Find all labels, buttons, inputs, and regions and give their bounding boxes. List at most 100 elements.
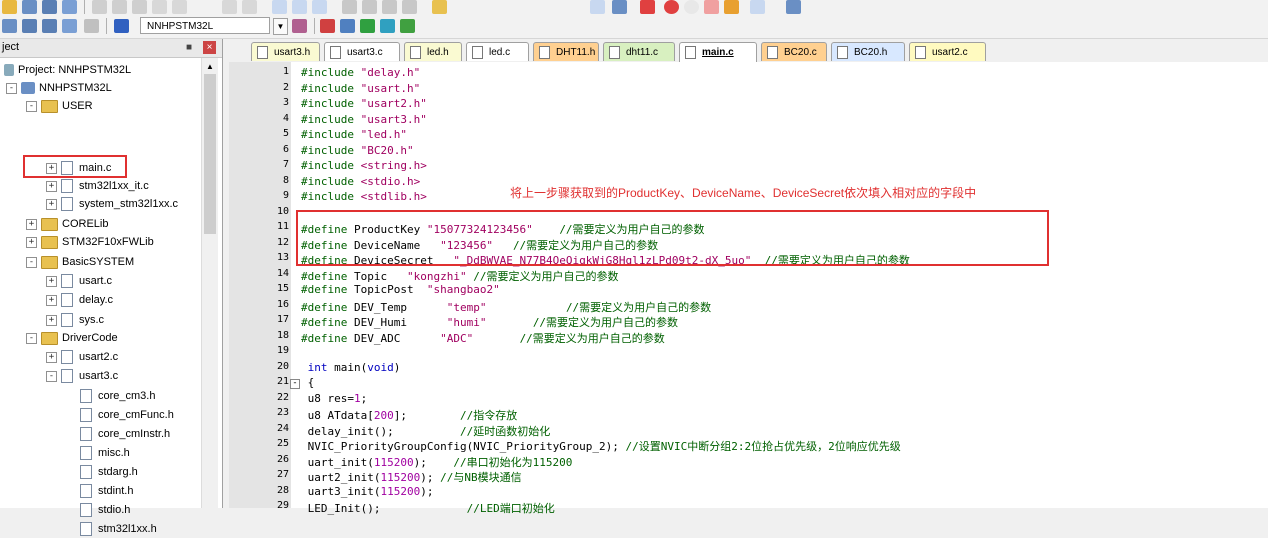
scroll-up-icon[interactable]: ▲	[202, 62, 218, 71]
expand-icon[interactable]: +	[46, 275, 57, 287]
stop-build-icon[interactable]	[84, 19, 99, 33]
code-line[interactable]: delay_init(); //延时函数初始化	[301, 423, 551, 439]
tree-header[interactable]: stm32l1xx.h	[80, 520, 157, 538]
expand-icon[interactable]: +	[26, 218, 37, 230]
close-icon[interactable]: ×	[203, 41, 216, 54]
tree-folder-basicsystem[interactable]: - BasicSYSTEM	[26, 253, 134, 271]
tree-target[interactable]: - NNHPSTM32L	[6, 79, 112, 97]
collapse-icon[interactable]: -	[26, 100, 37, 112]
tab-usart2-c[interactable]: usart2.c	[909, 42, 986, 61]
code-line[interactable]: #include <stdlib.h>	[301, 190, 427, 203]
settings-icon[interactable]	[724, 0, 739, 14]
code-line[interactable]: #define Topic "kongzhi" //需要定义为用户自己的参数	[301, 268, 618, 284]
tree-folder-drivercode[interactable]: - DriverCode	[26, 329, 118, 347]
expand-icon[interactable]: +	[46, 294, 57, 306]
tree-project-root[interactable]: Project: NNHPSTM32L	[4, 61, 131, 79]
unindent-icon[interactable]	[362, 0, 377, 14]
code-line[interactable]: #include <string.h>	[301, 159, 427, 172]
tab-usart3-h[interactable]: usart3.h	[251, 42, 320, 61]
tree-header[interactable]: stdint.h	[80, 482, 133, 500]
pin-icon[interactable]: ■	[186, 42, 192, 53]
bookmark-prev-icon[interactable]	[292, 0, 307, 14]
collapse-icon[interactable]: -	[46, 370, 57, 382]
tab-bc20-c[interactable]: BC20.c	[761, 42, 827, 61]
tree-folder-fwlib[interactable]: + STM32F10xFWLib	[26, 233, 154, 251]
tab-dht11-c[interactable]: dht11.c	[603, 42, 675, 61]
code-line[interactable]: #include "led.h"	[301, 128, 407, 141]
tree-folder-user[interactable]: - USER	[26, 97, 93, 115]
tab-led-h[interactable]: led.h	[404, 42, 462, 61]
expand-icon[interactable]: +	[26, 236, 37, 248]
comment-icon[interactable]	[382, 0, 397, 14]
batch-build-icon[interactable]	[62, 19, 77, 33]
code-line[interactable]: {	[301, 376, 315, 389]
file-extensions-icon[interactable]	[340, 19, 355, 33]
select-pack-icon[interactable]	[400, 19, 415, 33]
code-line[interactable]: #define DEV_Temp "temp" //需要定义为用户自己的参数	[301, 299, 711, 315]
cut-icon[interactable]	[92, 0, 107, 14]
fold-collapse-icon[interactable]: -	[290, 379, 300, 389]
code-line[interactable]: #include "usart3.h"	[301, 113, 427, 126]
tree-header[interactable]: core_cm3.h	[80, 387, 155, 405]
code-line[interactable]: #define DEV_Humi "humi" //需要定义为用户自己的参数	[301, 314, 678, 330]
tree-file[interactable]: - usart3.c	[46, 367, 118, 385]
code-line[interactable]: u8 ATdata[200]; //指令存放	[301, 407, 518, 423]
download-icon[interactable]	[114, 19, 129, 33]
code-line[interactable]: #include "usart2.h"	[301, 97, 427, 110]
window-layout-icon[interactable]	[750, 0, 765, 14]
chevron-down-icon[interactable]: ▼	[273, 18, 288, 35]
rebuild-icon[interactable]	[42, 19, 57, 33]
code-line[interactable]: #include "delay.h"	[301, 66, 420, 79]
scroll-thumb[interactable]	[204, 74, 216, 234]
target-options-icon[interactable]	[612, 0, 627, 14]
code-line[interactable]: u8 res=1;	[301, 392, 368, 405]
code-line[interactable]: uart_init(115200); //串口初始化为115200	[301, 454, 573, 470]
tab-dht11-h[interactable]: DHT11.h	[533, 42, 599, 61]
project-scrollbar[interactable]: ▲	[201, 58, 218, 508]
runtime-env-icon[interactable]	[360, 19, 375, 33]
uncomment-icon[interactable]	[402, 0, 417, 14]
tree-header[interactable]: core_cmInstr.h	[80, 425, 170, 443]
code-line[interactable]: uart3_init(115200);	[301, 485, 434, 498]
code-line[interactable]: #define TopicPost "shangbao2"	[301, 283, 500, 296]
tree-file[interactable]: + usart2.c	[46, 348, 118, 366]
wrench-icon[interactable]	[786, 0, 801, 14]
redo-icon[interactable]	[172, 0, 187, 14]
bookmark-next-icon[interactable]	[312, 0, 327, 14]
kill-breakpoints-icon[interactable]	[704, 0, 719, 14]
manage-components-icon[interactable]	[320, 19, 335, 33]
collapse-icon[interactable]: -	[26, 332, 37, 344]
expand-icon[interactable]: +	[46, 198, 57, 210]
collapse-icon[interactable]: -	[6, 82, 17, 94]
pack-installer-icon[interactable]	[380, 19, 395, 33]
tree-file[interactable]: + stm32l1xx_it.c	[46, 177, 149, 195]
new-file-icon[interactable]	[2, 0, 17, 14]
tree-header[interactable]: stdarg.h	[80, 463, 138, 481]
tab-usart3-c[interactable]: usart3.c	[324, 42, 400, 61]
code-line[interactable]: #define DEV_ADC "ADC" //需要定义为用户自己的参数	[301, 330, 665, 346]
tree-file[interactable]: + sys.c	[46, 311, 104, 329]
tree-folder-corelib[interactable]: + CORELib	[26, 215, 108, 233]
nav-back-icon[interactable]	[222, 0, 237, 14]
target-options-wand-icon[interactable]	[292, 19, 307, 33]
tab-led-c[interactable]: led.c	[466, 42, 529, 61]
target-select[interactable]: NNHPSTM32L	[140, 17, 270, 34]
code-line[interactable]: uart2_init(115200); //与NB模块通信	[301, 469, 522, 485]
paste-icon[interactable]	[132, 0, 147, 14]
code-line[interactable]: NVIC_PriorityGroupConfig(NVIC_PriorityGr…	[301, 438, 901, 454]
undo-icon[interactable]	[152, 0, 167, 14]
code-line[interactable]: LED_Init(); //LED端口初始化	[301, 500, 555, 516]
debug-icon[interactable]	[640, 0, 655, 14]
expand-icon[interactable]: +	[46, 351, 57, 363]
collapse-icon[interactable]: -	[26, 256, 37, 268]
code-line[interactable]: int main(void)	[301, 361, 401, 374]
tree-header[interactable]: misc.h	[80, 444, 130, 462]
tree-file[interactable]: + delay.c	[46, 291, 113, 309]
code-line[interactable]: #include <stdio.h>	[301, 175, 420, 188]
disable-breakpoint-icon[interactable]	[684, 0, 699, 14]
code-editor[interactable]: 1 2 3 4 5 6 7 8 9 10 11 12 13 14 15 16 17 18 19 20 21 22 23 24 2…	[229, 62, 1268, 515]
code-line[interactable]: #include "usart.h"	[301, 82, 420, 95]
save-icon[interactable]	[42, 0, 57, 14]
copy-icon[interactable]	[112, 0, 127, 14]
tree-file[interactable]: + system_stm32l1xx.c	[46, 195, 178, 213]
